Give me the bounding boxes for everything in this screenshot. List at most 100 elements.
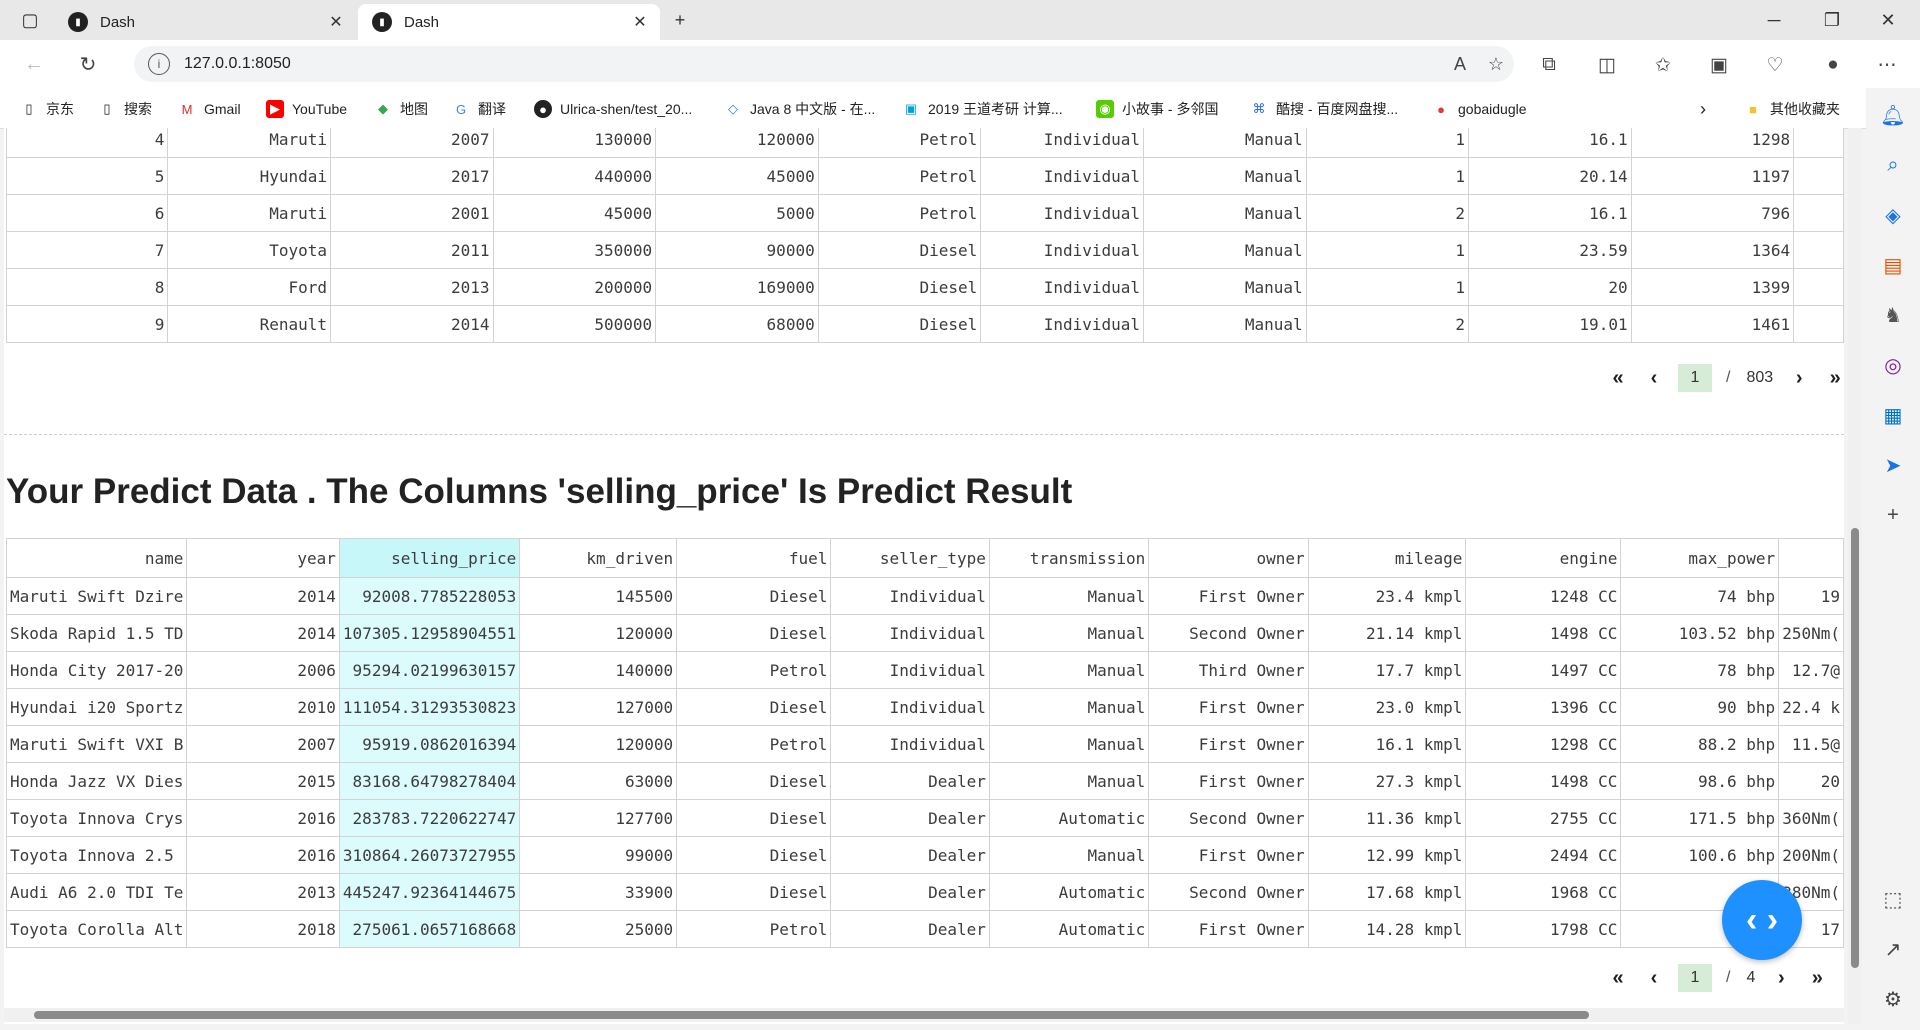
table-cell[interactable]: First Owner <box>1148 725 1309 763</box>
table-cell[interactable]: 2010 <box>186 688 340 726</box>
table-cell[interactable]: Maruti Swift Dzire <box>5 577 188 615</box>
table-cell[interactable]: 2013 <box>330 268 494 306</box>
table-cell[interactable]: 169000 <box>655 268 819 306</box>
table-cell[interactable]: 4 <box>5 128 169 158</box>
table-cell[interactable]: 99000 <box>519 836 678 874</box>
table-cell[interactable]: 11.5@ <box>1778 725 1844 763</box>
table-cell[interactable]: Manual <box>988 725 1150 763</box>
first-page-icon[interactable]: « <box>1603 964 1633 992</box>
dash-devtools-button[interactable]: ‹ › <box>1722 880 1802 960</box>
current-page-input[interactable]: 1 <box>1678 964 1712 992</box>
table-cell[interactable]: 140000 <box>519 651 678 689</box>
table-cell[interactable]: Individual <box>830 688 990 726</box>
table-cell[interactable]: 20.14 <box>1468 157 1632 195</box>
table-cell[interactable]: Manual <box>988 762 1150 800</box>
table-cell[interactable]: 1197 <box>1630 157 1795 195</box>
add-icon[interactable]: + <box>1878 500 1908 530</box>
table-cell[interactable]: 2007 <box>330 128 494 158</box>
column-header[interactable]: seller_type <box>830 538 990 578</box>
table-cell[interactable]: 1798 CC <box>1465 910 1622 948</box>
column-header[interactable]: fuel <box>676 538 832 578</box>
bookmark-item[interactable]: ● Ulrica-shen/test_20... <box>534 98 692 120</box>
table-cell[interactable]: Petrol <box>817 194 982 232</box>
table-cell[interactable]: 5000 <box>655 194 819 232</box>
send-icon[interactable]: ➤ <box>1878 450 1908 480</box>
extensions-icon[interactable]: ⧉ <box>1532 50 1566 80</box>
minimize-icon[interactable]: ─ <box>1752 0 1796 40</box>
split-screen-icon[interactable]: ◫ <box>1590 50 1624 80</box>
table-cell[interactable]: Toyota Innova Crys <box>5 799 188 837</box>
browser-tab-active[interactable]: ▮ Dash ✕ <box>358 4 660 40</box>
table-cell[interactable]: 2755 CC <box>1465 799 1622 837</box>
table-cell[interactable]: Dealer <box>830 910 990 948</box>
search-icon[interactable]: ⌕ <box>1878 150 1908 180</box>
table-cell[interactable]: 130000 <box>492 128 657 158</box>
table-cell[interactable]: Honda City 2017-20 <box>5 651 188 689</box>
table-cell[interactable]: Petrol <box>676 910 832 948</box>
table-cell[interactable]: Manual <box>988 614 1150 652</box>
office-icon[interactable]: ◎ <box>1878 350 1908 380</box>
table-cell[interactable]: 2 <box>1305 305 1470 343</box>
table-cell[interactable]: Manual <box>988 688 1150 726</box>
table-cell[interactable]: 8 <box>5 268 169 306</box>
table-cell[interactable]: Manual <box>1143 305 1307 343</box>
table-cell[interactable]: Petrol <box>676 725 832 763</box>
table-cell[interactable]: 500000 <box>492 305 657 343</box>
profile-avatar-icon[interactable]: ● <box>1816 50 1850 80</box>
table-cell[interactable]: Individual <box>980 194 1145 232</box>
table-cell[interactable]: Individual <box>980 128 1145 158</box>
table-cell[interactable]: 171.5 bhp <box>1620 799 1780 837</box>
table-cell[interactable]: Hyundai i20 Sportz <box>5 688 188 726</box>
bookmark-folder[interactable]: ■ 其他收藏夹 <box>1744 98 1840 120</box>
table-cell[interactable]: Toyota Corolla Alt <box>5 910 188 948</box>
predicted-price-cell[interactable]: 107305.12958904551 <box>338 614 521 652</box>
table-cell[interactable]: 1364 <box>1630 231 1795 269</box>
table-cell[interactable]: First Owner <box>1148 762 1309 800</box>
bookmark-item[interactable]: ◉ 小故事 - 多邻国 <box>1096 98 1218 120</box>
bookmark-item[interactable]: ▯ 搜索 <box>98 98 152 120</box>
collections-icon[interactable]: ▣ <box>1702 50 1736 80</box>
column-header[interactable]: engine <box>1465 538 1622 578</box>
table-cell[interactable]: 27.3 kmpl <box>1307 762 1467 800</box>
table-cell[interactable]: Individual <box>980 231 1145 269</box>
bookmark-item[interactable]: ● gobaidugle <box>1432 98 1526 120</box>
table-cell[interactable]: Diesel <box>676 577 832 615</box>
prev-page-icon[interactable]: ‹ <box>1639 364 1669 392</box>
favorites-icon[interactable]: ✩ <box>1646 50 1680 80</box>
table-cell[interactable]: 250Nm( <box>1778 614 1844 652</box>
browser-tab[interactable]: ▮ Dash ✕ <box>54 4 356 40</box>
table-cell[interactable]: 23.0 kmpl <box>1307 688 1467 726</box>
address-field[interactable]: i 127.0.0.1:8050 A ☆ <box>134 46 1514 82</box>
table-cell[interactable]: Dealer <box>830 873 990 911</box>
vertical-scrollbar[interactable] <box>1848 128 1862 1024</box>
table-cell[interactable]: 9 <box>5 305 169 343</box>
table-cell[interactable]: 1298 CC <box>1465 725 1622 763</box>
table-cell[interactable]: 1461 <box>1630 305 1795 343</box>
table-cell[interactable]: Maruti Swift VXI B <box>5 725 188 763</box>
column-header[interactable]: mileage <box>1307 538 1467 578</box>
table-cell[interactable]: 2014 <box>186 614 340 652</box>
table-cell[interactable]: 7 <box>5 231 169 269</box>
table-cell[interactable]: 1498 CC <box>1465 614 1622 652</box>
open-external-icon[interactable]: ↗ <box>1878 934 1908 964</box>
predicted-price-cell[interactable]: 283783.7220622747 <box>338 799 521 837</box>
restore-icon[interactable]: ❐ <box>1810 0 1854 40</box>
tab-actions-icon[interactable]: ▢ <box>8 0 52 40</box>
table-cell[interactable]: Petrol <box>817 128 982 158</box>
table-cell[interactable]: 33900 <box>519 873 678 911</box>
favorite-star-icon[interactable]: ☆ <box>1478 54 1514 75</box>
column-header[interactable]: owner <box>1148 538 1309 578</box>
chess-icon[interactable]: ♞ <box>1878 300 1908 330</box>
prev-page-icon[interactable]: ‹ <box>1639 964 1669 992</box>
table-cell[interactable]: 103.52 bhp <box>1620 614 1780 652</box>
table-cell[interactable]: Diesel <box>676 836 832 874</box>
table-cell[interactable]: 16.1 <box>1468 128 1632 158</box>
table-cell[interactable]: 1 <box>1305 128 1470 158</box>
table-cell[interactable]: Petrol <box>676 651 832 689</box>
table-cell[interactable]: 16.1 <box>1468 194 1632 232</box>
outlook-icon[interactable]: ▦ <box>1878 400 1908 430</box>
table-cell[interactable]: Manual <box>988 836 1150 874</box>
bookmark-item[interactable]: ▶ YouTube <box>266 98 347 120</box>
table-cell[interactable]: First Owner <box>1148 836 1309 874</box>
table-cell[interactable]: 74 bhp <box>1620 577 1780 615</box>
